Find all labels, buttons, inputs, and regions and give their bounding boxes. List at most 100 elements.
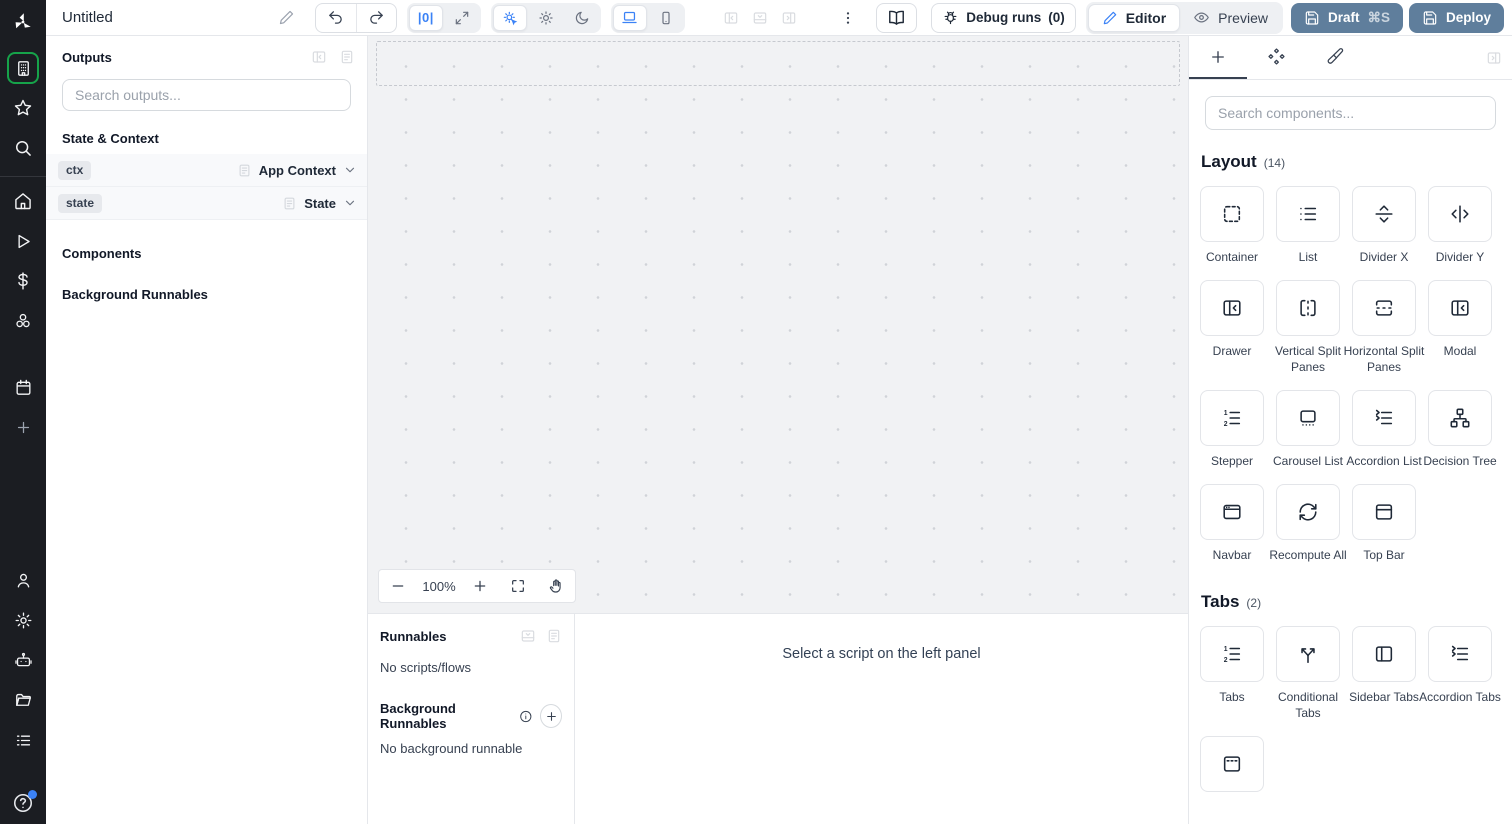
canvas-drop-zone[interactable]: [376, 41, 1180, 86]
sidebar-item-home[interactable]: [7, 185, 39, 217]
document-icon[interactable]: [546, 628, 562, 644]
mobile-view-button[interactable]: [649, 5, 683, 31]
sidebar-item-user[interactable]: [7, 564, 39, 596]
script-editor-placeholder: Select a script on the left panel: [575, 614, 1188, 824]
undo-button[interactable]: [316, 4, 356, 32]
document-icon[interactable]: [339, 49, 355, 65]
tab-styling[interactable]: [1305, 36, 1363, 79]
sidebar-item-create[interactable]: [7, 411, 39, 443]
sidebar-item-help[interactable]: [12, 790, 37, 814]
tabs-section-count: (2): [1246, 595, 1262, 610]
chevron-down-icon[interactable]: [343, 163, 357, 177]
panel-right-icon[interactable]: [781, 10, 797, 26]
chevron-down-icon[interactable]: [343, 196, 357, 210]
collapse-panel-icon[interactable]: [520, 628, 536, 644]
component-card-top-bar[interactable]: Top Bar: [1352, 483, 1416, 564]
component-card-divider-x[interactable]: Divider X: [1352, 186, 1416, 266]
editor-tab[interactable]: Editor: [1087, 3, 1181, 32]
sidebar-item-favorites[interactable]: [7, 92, 39, 124]
document-icon: [284, 197, 295, 209]
diamonds-icon: [1267, 48, 1285, 65]
theme-light-button[interactable]: [529, 5, 563, 31]
docs-button[interactable]: [876, 2, 918, 33]
debug-runs-button[interactable]: Debug runs (0): [931, 2, 1076, 33]
sidebar-item-workers[interactable]: [7, 644, 39, 676]
component-card-navbar[interactable]: Navbar: [1200, 483, 1264, 564]
outputs-search-input[interactable]: [62, 79, 351, 111]
drawer-icon: [1223, 300, 1241, 316]
pan-button[interactable]: [537, 570, 575, 602]
sidebar-item-resources[interactable]: [7, 305, 39, 337]
component-card-container[interactable]: Container: [1200, 186, 1264, 266]
component-card-accordion-tabs[interactable]: Accordion Tabs: [1419, 625, 1501, 722]
sidebar-item-search[interactable]: [7, 132, 39, 164]
fit-view-button[interactable]: [499, 570, 537, 602]
sidebar-item-schedules[interactable]: [7, 371, 39, 403]
tab-component-tree[interactable]: [1247, 36, 1305, 79]
component-card-tabs[interactable]: 12 Tabs: [1200, 625, 1264, 722]
more-menu-button[interactable]: [834, 4, 862, 32]
component-card-horizontal-split[interactable]: Horizontal Split Panes: [1344, 279, 1424, 376]
add-background-runnable-button[interactable]: [540, 704, 562, 728]
component-card-vertical-split[interactable]: Vertical Split Panes: [1275, 279, 1341, 376]
theme-auto-button[interactable]: [492, 4, 527, 31]
preview-tab[interactable]: Preview: [1180, 4, 1281, 32]
state-badge: state: [58, 193, 103, 213]
draft-button[interactable]: Draft ⌘S: [1290, 2, 1403, 33]
components-search-input[interactable]: [1205, 96, 1496, 130]
component-label: Drawer: [1212, 343, 1252, 358]
component-card-list[interactable]: List: [1276, 186, 1340, 266]
fit-width-button[interactable]: |0|: [408, 4, 443, 31]
sidebar-item-logs[interactable]: [7, 724, 39, 756]
component-card-stepper[interactable]: 12 Stepper: [1200, 389, 1264, 470]
windmill-logo[interactable]: [0, 0, 46, 44]
component-card-carousel[interactable]: Carousel List: [1273, 389, 1343, 470]
modal-icon: [1451, 300, 1469, 316]
sidebar-item-apps[interactable]: [7, 52, 39, 84]
vertical-split-icon: [1300, 299, 1316, 317]
panel-right-icon[interactable]: [1486, 50, 1502, 66]
tab-insert-component[interactable]: [1189, 36, 1247, 79]
rename-button[interactable]: [273, 4, 301, 32]
svg-text:2: 2: [1224, 421, 1228, 428]
panel-left-icon[interactable]: [723, 10, 739, 26]
component-card-drawer[interactable]: Drawer: [1200, 279, 1264, 376]
ctx-row[interactable]: ctx App Context: [46, 154, 367, 187]
background-runnables-header: Background Runnables: [62, 287, 208, 302]
redo-button[interactable]: [355, 3, 396, 32]
redo-icon: [370, 11, 383, 24]
zoom-in-button[interactable]: [461, 570, 499, 602]
component-card-divider-y[interactable]: Divider Y: [1428, 186, 1492, 266]
document-icon: [239, 164, 250, 176]
full-width-button[interactable]: [445, 5, 479, 31]
component-card-accordion-list[interactable]: Accordion List: [1346, 389, 1422, 470]
app-root: Untitled |0| Debug runs (0) Editor Previ…: [0, 0, 1512, 824]
decision-tree-icon: [1450, 408, 1470, 428]
deploy-button[interactable]: Deploy: [1409, 2, 1505, 33]
components-panel: Layout (14) Container List: [1188, 36, 1512, 824]
component-card-conditional-tabs[interactable]: Conditional Tabs: [1276, 625, 1340, 722]
divider-y-icon: [1451, 205, 1469, 223]
component-card-decision-tree[interactable]: Decision Tree: [1423, 389, 1497, 470]
component-card-hidden[interactable]: [1200, 735, 1264, 800]
sidebar-item-variables[interactable]: [7, 265, 39, 297]
deploy-label: Deploy: [1446, 10, 1492, 25]
component-card-recompute-all[interactable]: Recompute All: [1269, 483, 1347, 564]
bottom-panel: Runnables No scripts/flows Background Ru…: [368, 613, 1188, 824]
collapse-panel-icon[interactable]: [311, 49, 327, 65]
app-canvas[interactable]: 100%: [368, 36, 1188, 613]
zoom-out-button[interactable]: [379, 570, 417, 602]
sidebar-item-folders[interactable]: [7, 684, 39, 716]
component-card-sidebar-tabs[interactable]: Sidebar Tabs: [1349, 625, 1419, 722]
building-icon: [17, 60, 29, 76]
desktop-view-button[interactable]: [612, 4, 647, 31]
info-icon[interactable]: [519, 709, 533, 724]
tabs-icon: 12: [1224, 646, 1241, 664]
component-card-modal[interactable]: Modal: [1428, 279, 1492, 376]
sidebar-item-runs[interactable]: [7, 225, 39, 257]
panel-bottom-icon[interactable]: [752, 10, 768, 26]
sidebar-item-settings[interactable]: [7, 604, 39, 636]
debug-runs-count: (0): [1048, 10, 1065, 25]
state-row[interactable]: state State: [46, 187, 367, 220]
theme-dark-button[interactable]: [565, 5, 599, 31]
